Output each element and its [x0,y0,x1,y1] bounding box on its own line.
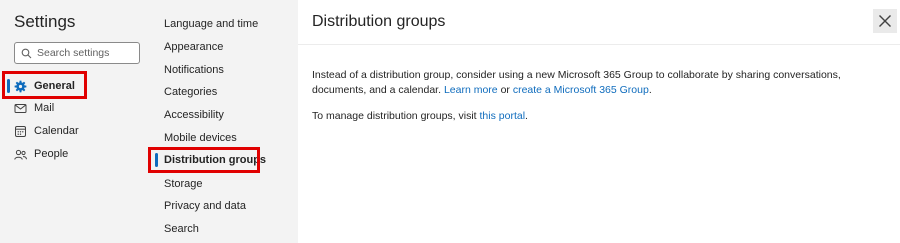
subcategory-privacy-and-data[interactable]: Privacy and data [164,198,246,214]
distribution-groups-info: Instead of a distribution group, conside… [312,68,887,98]
subcategory-mobile-devices[interactable]: Mobile devices [164,130,237,146]
people-icon [14,148,27,161]
gear-icon [14,80,27,93]
category-mail[interactable]: Mail [14,98,54,118]
mail-icon [14,102,27,115]
category-calendar[interactable]: Calendar [14,121,79,141]
category-people-label: People [34,148,69,160]
search-icon [21,48,32,59]
info-or: or [500,84,510,96]
category-people[interactable]: People [14,144,68,164]
calendar-icon [14,125,27,138]
close-icon [878,14,892,28]
manage-period: . [525,110,528,122]
selected-indicator [7,79,10,93]
category-calendar-label: Calendar [34,125,79,137]
subcategory-distribution-groups[interactable]: Distribution groups [164,152,266,168]
selected-subcategory-indicator [155,153,158,167]
category-general[interactable]: General [14,76,75,96]
subcategory-search[interactable]: Search [164,221,199,237]
manage-groups-info: To manage distribution groups, visit thi… [312,109,887,124]
subcategory-accessibility[interactable]: Accessibility [164,107,224,123]
settings-content-pane: Distribution groups Instead of a distrib… [298,0,900,243]
subcategory-storage[interactable]: Storage [164,176,203,192]
category-general-label: General [34,80,75,92]
header-divider [298,44,900,45]
settings-title: Settings [14,12,76,31]
search-settings-box[interactable] [14,42,140,64]
info-period: . [648,84,652,96]
search-settings-input[interactable] [37,47,137,59]
subcategory-appearance[interactable]: Appearance [164,39,223,55]
category-mail-label: Mail [34,102,55,114]
subcategory-language-and-time[interactable]: Language and time [164,16,258,32]
manage-text: To manage distribution groups, visit [312,110,477,122]
create-m365-group-link[interactable]: create a Microsoft 365 Group [513,84,649,96]
close-button[interactable] [873,9,897,33]
subcategory-categories[interactable]: Categories [164,84,217,100]
settings-category-pane: Settings Search settings General Mail Ca… [0,0,150,243]
this-portal-link[interactable]: this portal [480,110,526,122]
page-title: Distribution groups [312,13,446,30]
learn-more-link[interactable]: Learn more [444,84,498,96]
subcategory-notifications[interactable]: Notifications [164,62,224,78]
